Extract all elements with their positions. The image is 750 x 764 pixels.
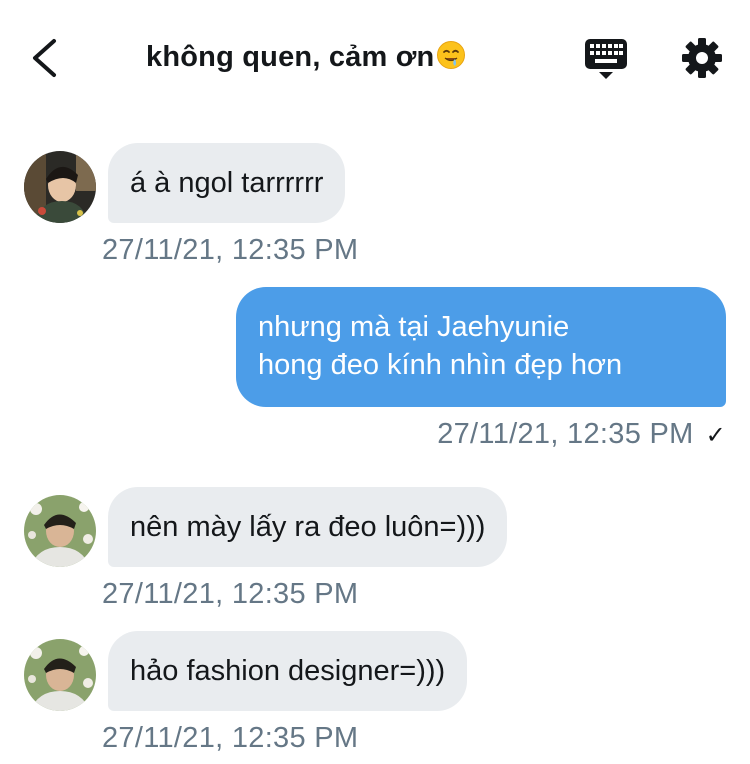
gear-icon xyxy=(682,38,722,78)
check-icon: ✓ xyxy=(705,422,726,449)
avatar[interactable] xyxy=(24,151,96,223)
avatar[interactable] xyxy=(24,495,96,567)
keyboard-icon xyxy=(585,39,627,79)
message-bubble-outgoing[interactable]: nhưng mà tại Jaehyunie hong đeo kính nhì… xyxy=(236,287,726,407)
message-bubble-incoming[interactable]: á à ngol tarrrrrr xyxy=(108,143,346,223)
chevron-left-icon xyxy=(33,39,56,77)
avatar-photo xyxy=(24,639,96,711)
avatar-photo xyxy=(24,151,96,223)
keyboard-button[interactable] xyxy=(584,38,628,80)
conversation-title-text: không quen, cảm ơn xyxy=(146,41,435,73)
message-text: á à ngol tarrrrrr xyxy=(130,167,324,199)
message-timestamp: 27/11/21, 12:35 PM xyxy=(102,578,359,610)
message-text-line: nhưng mà tại Jaehyunie xyxy=(258,311,570,343)
message-timestamp: 27/11/21, 12:35 PM xyxy=(102,722,359,754)
message-text: nên mày lấy ra đeo luôn=))) xyxy=(130,511,486,543)
message-bubble-incoming[interactable]: nên mày lấy ra đeo luôn=))) xyxy=(108,487,508,567)
settings-button[interactable] xyxy=(680,36,724,80)
message-text-line: hong đeo kính nhìn đẹp hơn xyxy=(258,349,623,381)
message-text: hảo fashion designer=))) xyxy=(130,655,446,687)
conversation-title: không quen, cảm ơn xyxy=(146,40,466,74)
avatar-photo xyxy=(24,495,96,567)
message-bubble-incoming[interactable]: hảo fashion designer=))) xyxy=(108,631,468,711)
back-button[interactable] xyxy=(26,36,66,80)
avatar[interactable] xyxy=(24,639,96,711)
conversation-header: không quen, cảm ơn xyxy=(0,0,750,115)
message-timestamp: 27/11/21, 12:35 PM ✓ xyxy=(437,418,726,451)
message-timestamp: 27/11/21, 12:35 PM xyxy=(102,234,359,266)
drooling-face-emoji xyxy=(437,41,466,69)
message-time: 27/11/21, 12:35 PM xyxy=(437,418,694,450)
